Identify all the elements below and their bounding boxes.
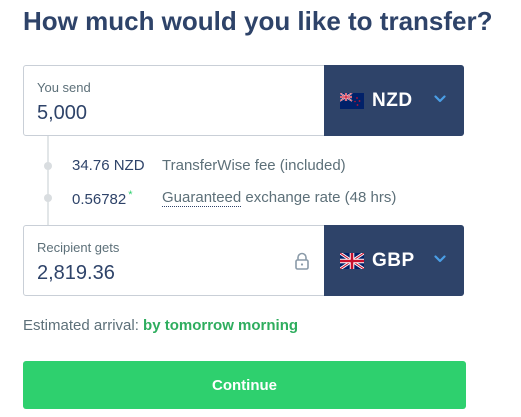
receive-label: Recipient gets: [37, 240, 120, 255]
rate-label-rest: exchange rate (48 hrs): [245, 189, 397, 206]
rate-marker: *: [128, 189, 133, 201]
send-currency-code: NZD: [372, 89, 413, 111]
fee-amount: 34.76 NZD: [72, 157, 145, 174]
arrival-value: by tomorrow morning: [143, 317, 299, 334]
send-currency-select[interactable]: NZD: [324, 65, 464, 136]
lock-icon[interactable]: [294, 252, 310, 270]
receive-amount-box[interactable]: Recipient gets 2,819.36 GBP: [23, 225, 464, 296]
fee-timeline: [47, 136, 49, 225]
page-title: How much would you like to transfer?: [23, 6, 493, 36]
uk-flag-icon: [340, 252, 364, 269]
receive-currency-select[interactable]: GBP: [324, 225, 464, 296]
exchange-rate-value: 0.56782 *: [72, 189, 133, 208]
timeline-dot: [44, 162, 52, 170]
estimated-arrival: Estimated arrival: by tomorrow morning: [23, 317, 298, 334]
chevron-down-icon: [434, 95, 446, 103]
nz-flag-icon: [340, 92, 364, 109]
fee-label: TransferWise fee (included): [162, 157, 346, 174]
send-label: You send: [37, 80, 91, 95]
receive-amount-input[interactable]: 2,819.36: [37, 262, 115, 285]
rate-number: 0.56782: [72, 191, 127, 208]
arrival-prefix: Estimated arrival:: [23, 317, 139, 334]
send-amount-input[interactable]: 5,000: [37, 102, 87, 125]
receive-currency-code: GBP: [372, 249, 415, 271]
continue-button[interactable]: Continue: [23, 361, 466, 409]
exchange-rate-label: Guaranteed exchange rate (48 hrs): [162, 189, 397, 207]
timeline-dot: [44, 194, 52, 202]
chevron-down-icon: [434, 255, 446, 263]
guaranteed-link[interactable]: Guaranteed: [162, 189, 242, 207]
send-amount-box[interactable]: You send 5,000 NZD: [23, 65, 464, 136]
